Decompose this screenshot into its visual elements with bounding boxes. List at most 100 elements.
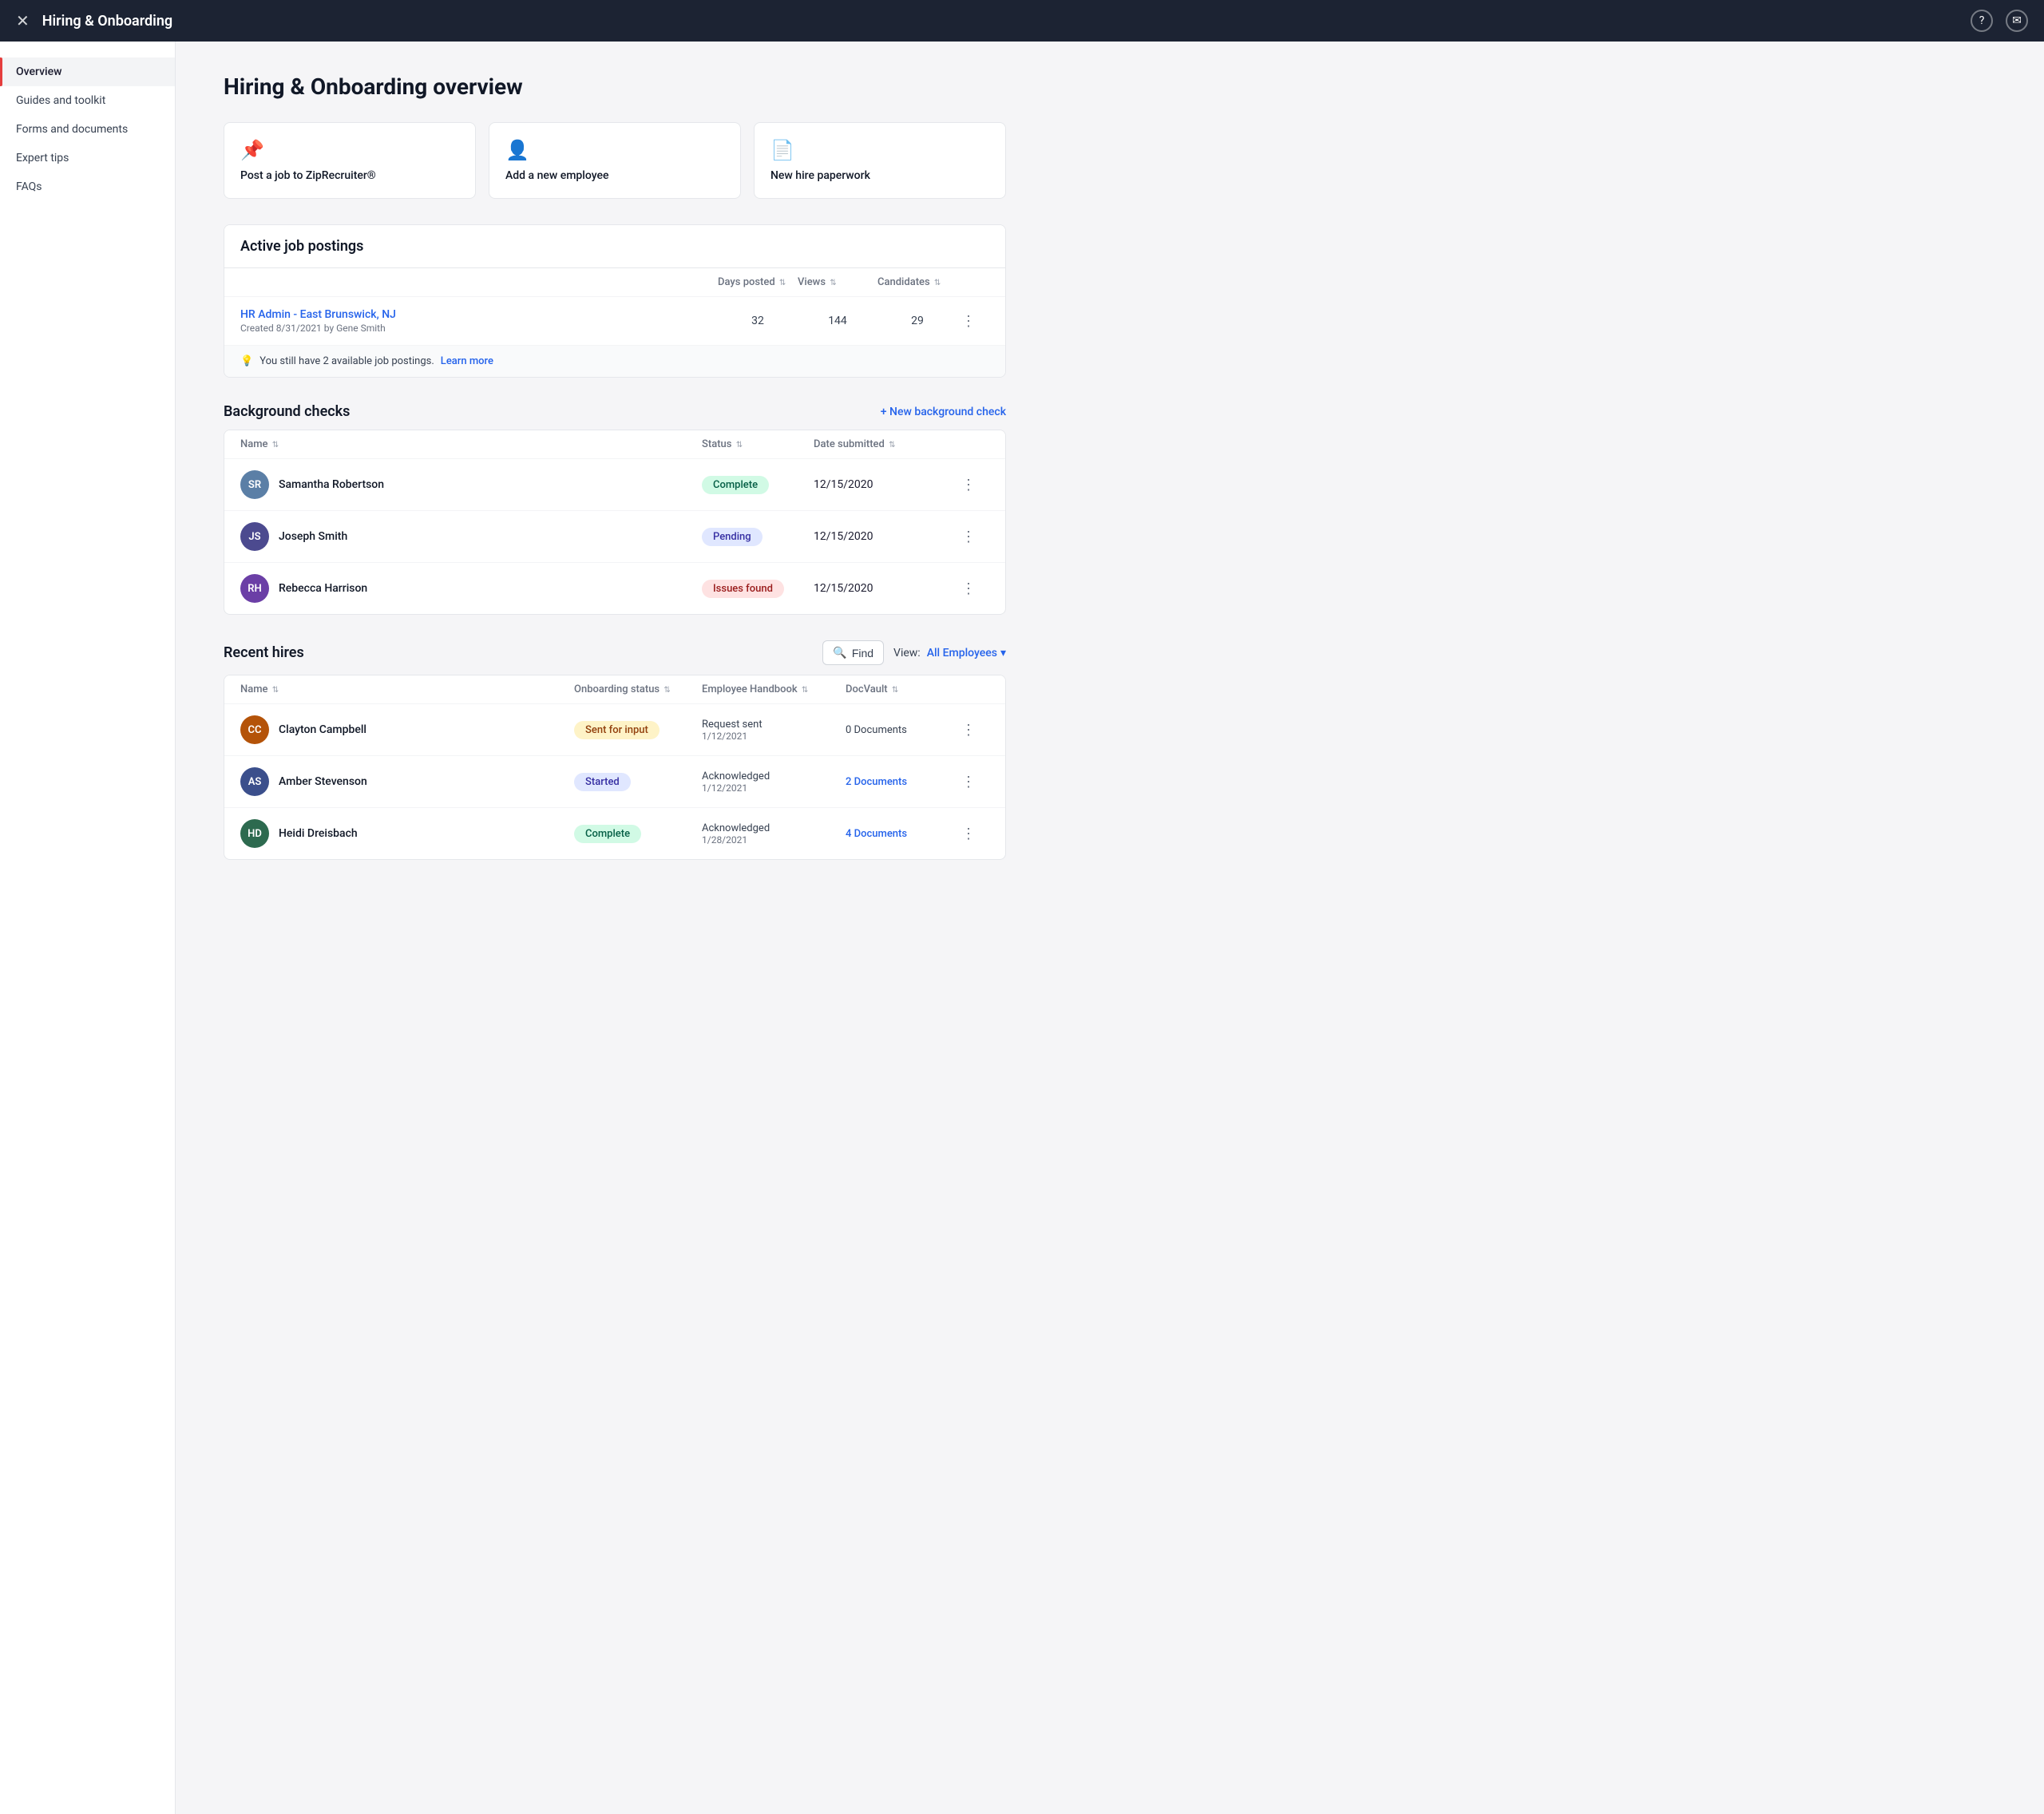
status-badge: Complete: [574, 825, 641, 843]
onboarding-status-cell: Sent for input: [574, 721, 702, 739]
employee-name: Rebecca Harrison: [279, 582, 367, 595]
paperwork-icon: 📄: [770, 139, 989, 161]
page-title: Hiring & Onboarding overview: [224, 73, 1006, 100]
job-postings-section: Active job postings Days posted ⇅ Views …: [224, 224, 1006, 378]
onboarding-status-cell: Started: [574, 773, 702, 791]
date-cell: 12/15/2020: [814, 530, 957, 543]
tip-text: You still have 2 available job postings.: [259, 355, 434, 367]
row-more-button[interactable]: ⋮: [957, 577, 980, 600]
add-employee-label: Add a new employee: [505, 169, 724, 182]
docvault-link[interactable]: 2 Documents: [846, 776, 907, 788]
row-more-button[interactable]: ⋮: [957, 473, 980, 496]
status-badge: Complete: [702, 476, 769, 494]
main-content: Hiring & Onboarding overview 📌 Post a jo…: [176, 42, 1054, 1814]
quick-card-zip[interactable]: 📌 Post a job to ZipRecruiter®: [224, 122, 476, 199]
zip-label: Post a job to ZipRecruiter®: [240, 169, 459, 182]
job-more-button[interactable]: ⋮: [957, 310, 980, 332]
row-more-button[interactable]: ⋮: [957, 770, 980, 793]
avatar: HD: [240, 819, 269, 848]
docvault-cell: 0 Documents: [846, 723, 957, 736]
col-onboarding-status: Onboarding status ⇅: [574, 683, 702, 695]
job-days: 32: [718, 315, 798, 327]
view-select-dropdown[interactable]: All Employees ▾: [927, 647, 1006, 659]
docvault-count: 0 Documents: [846, 724, 907, 736]
job-candidates: 29: [877, 315, 957, 327]
chevron-down-icon: ▾: [1000, 647, 1006, 659]
job-link[interactable]: HR Admin - East Brunswick, NJ: [240, 308, 396, 321]
job-meta: Created 8/31/2021 by Gene Smith: [240, 323, 718, 334]
job-postings-header: Active job postings: [224, 225, 1005, 268]
handbook-cell: Acknowledged 1/28/2021: [702, 822, 846, 846]
employee-name: Samantha Robertson: [279, 478, 384, 491]
sort-icon: ⇅: [272, 441, 279, 450]
new-background-check-button[interactable]: + New background check: [881, 406, 1006, 418]
status-badge: Sent for input: [574, 721, 660, 739]
col-days-posted: Days posted ⇅: [718, 276, 798, 288]
avatar: JS: [240, 522, 269, 551]
handbook-label: Acknowledged: [702, 770, 846, 782]
status-cell: Issues found: [702, 580, 814, 598]
table-row: HD Heidi Dreisbach Complete Acknowledged…: [224, 808, 1005, 859]
name-cell: RH Rebecca Harrison: [240, 574, 702, 603]
sidebar-item-forms[interactable]: Forms and documents: [0, 115, 175, 144]
docvault-link[interactable]: 4 Documents: [846, 828, 907, 840]
message-icon[interactable]: ✉: [2006, 10, 2028, 32]
quick-actions: 📌 Post a job to ZipRecruiter® 👤 Add a ne…: [224, 122, 1006, 199]
table-row: SR Samantha Robertson Complete 12/15/202…: [224, 459, 1005, 511]
quick-card-employee[interactable]: 👤 Add a new employee: [489, 122, 741, 199]
name-cell: SR Samantha Robertson: [240, 470, 702, 499]
sidebar-item-faqs[interactable]: FAQs: [0, 172, 175, 201]
avatar: RH: [240, 574, 269, 603]
sidebar-item-overview[interactable]: Overview: [0, 57, 175, 86]
row-more-button[interactable]: ⋮: [957, 525, 980, 548]
quick-card-paperwork[interactable]: 📄 New hire paperwork: [754, 122, 1006, 199]
sidebar-item-guides[interactable]: Guides and toolkit: [0, 86, 175, 115]
row-more-button[interactable]: ⋮: [957, 822, 980, 845]
handbook-date: 1/12/2021: [702, 782, 846, 794]
job-postings-title: Active job postings: [240, 238, 363, 255]
sidebar-item-expert[interactable]: Expert tips: [0, 144, 175, 172]
handbook-label: Acknowledged: [702, 822, 846, 834]
add-employee-icon: 👤: [505, 139, 724, 161]
name-cell: CC Clayton Campbell: [240, 715, 574, 744]
bg-checks-section: Name ⇅ Status ⇅ Date submitted ⇅ SR Sama…: [224, 430, 1006, 615]
col-candidates: Candidates ⇅: [877, 276, 957, 288]
recent-hires-title: Recent hires: [224, 644, 304, 661]
top-nav: ✕ Hiring & Onboarding ? ✉: [0, 0, 2044, 42]
close-icon[interactable]: ✕: [16, 11, 30, 30]
sort-icon: ⇅: [889, 441, 895, 450]
recent-hires-section: Name ⇅ Onboarding status ⇅ Employee Hand…: [224, 675, 1006, 860]
row-more-button[interactable]: ⋮: [957, 719, 980, 741]
sort-icon: ⇅: [934, 279, 941, 287]
zip-icon: 📌: [240, 139, 459, 161]
handbook-cell: Request sent 1/12/2021: [702, 719, 846, 742]
status-cell: Complete: [702, 476, 814, 494]
name-cell: HD Heidi Dreisbach: [240, 819, 574, 848]
recent-hires-header-row: Recent hires 🔍 Find View: All Employees …: [224, 640, 1006, 665]
col-date-submitted: Date submitted ⇅: [814, 438, 957, 450]
paperwork-label: New hire paperwork: [770, 169, 989, 182]
tip-row: 💡 You still have 2 available job posting…: [224, 346, 1005, 377]
status-badge: Issues found: [702, 580, 784, 598]
tip-link[interactable]: Learn more: [441, 355, 493, 367]
help-icon[interactable]: ?: [1971, 10, 1993, 32]
table-row: JS Joseph Smith Pending 12/15/2020 ⋮: [224, 511, 1005, 563]
sort-icon: ⇅: [779, 279, 786, 287]
date-cell: 12/15/2020: [814, 582, 957, 595]
docvault-cell: 4 Documents: [846, 827, 957, 840]
col-views: Views ⇅: [798, 276, 877, 288]
find-button[interactable]: 🔍 Find: [822, 640, 884, 665]
hires-table-header: Name ⇅ Onboarding status ⇅ Employee Hand…: [224, 675, 1005, 704]
avatar: SR: [240, 470, 269, 499]
col-status: Status ⇅: [702, 438, 814, 450]
sidebar: Overview Guides and toolkit Forms and do…: [0, 42, 176, 1814]
recent-hires-wrapper: Recent hires 🔍 Find View: All Employees …: [224, 640, 1006, 860]
sort-icon: ⇅: [272, 686, 279, 695]
sort-icon: ⇅: [830, 279, 836, 287]
table-row: CC Clayton Campbell Sent for input Reque…: [224, 704, 1005, 756]
avatar: CC: [240, 715, 269, 744]
col-handbook: Employee Handbook ⇅: [702, 683, 846, 695]
date-cell: 12/15/2020: [814, 478, 957, 491]
app-title: Hiring & Onboarding: [42, 13, 1971, 30]
name-cell: AS Amber Stevenson: [240, 767, 574, 796]
